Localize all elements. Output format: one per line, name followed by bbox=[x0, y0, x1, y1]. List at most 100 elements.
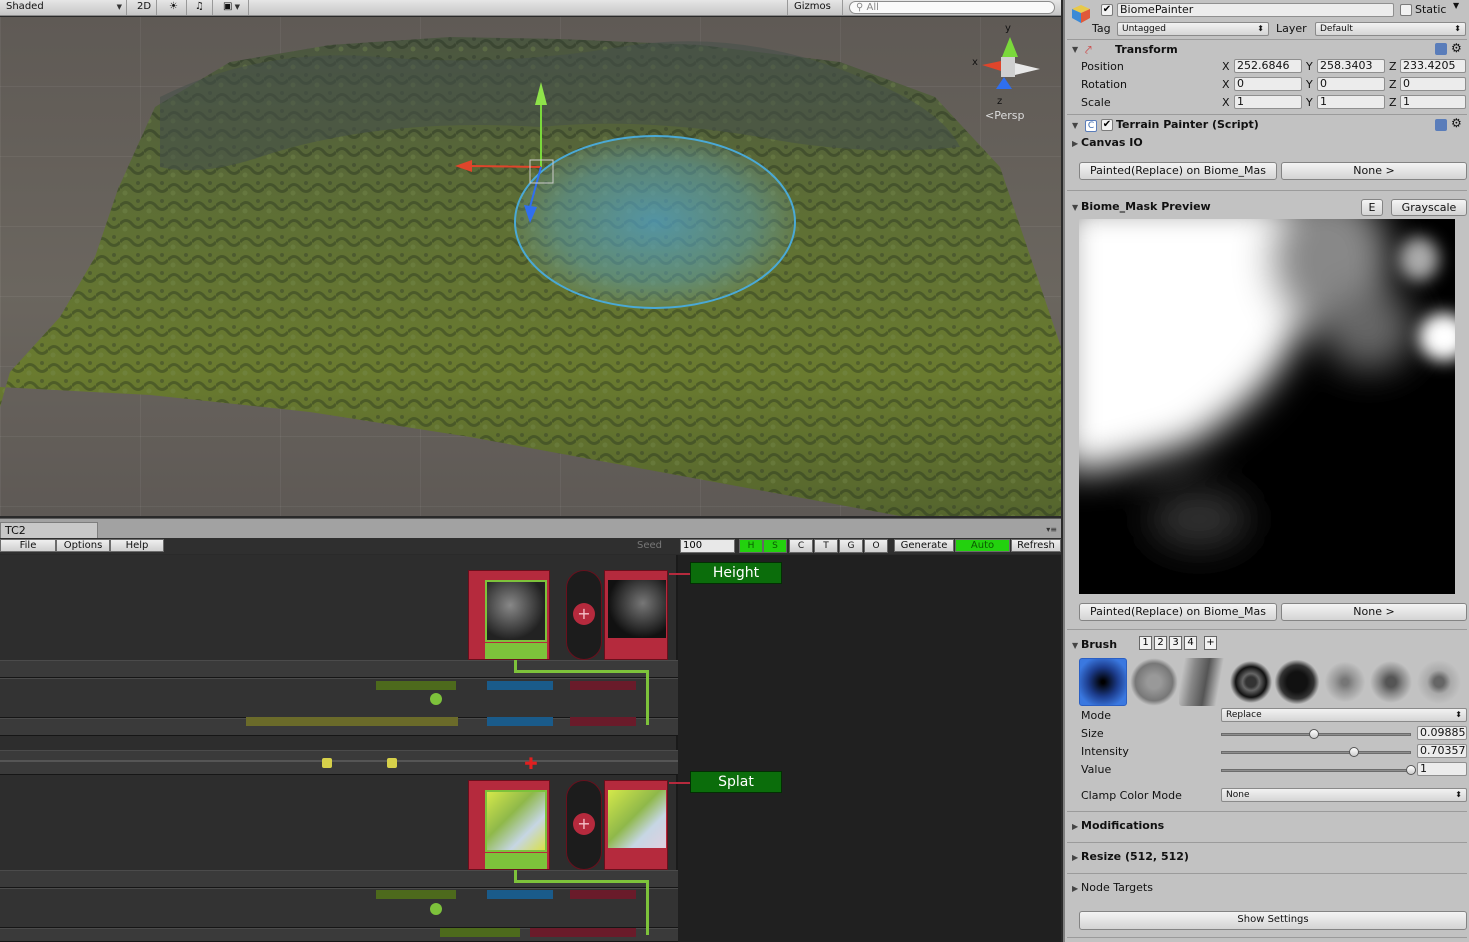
add-icon[interactable]: + bbox=[573, 603, 595, 625]
node-strip[interactable] bbox=[570, 890, 636, 899]
scale-z-field[interactable]: 1 bbox=[1400, 95, 1466, 109]
mode-dropdown[interactable]: Replace ⬍ bbox=[1221, 708, 1467, 722]
modifications-foldout-icon[interactable]: ▶ bbox=[1072, 822, 1078, 831]
object-name-input[interactable]: BiomePainter bbox=[1117, 3, 1394, 17]
node-targets-section[interactable]: Node Targets bbox=[1081, 881, 1153, 894]
toggle-h[interactable]: H bbox=[739, 539, 763, 553]
height-output-node[interactable] bbox=[604, 570, 668, 660]
script-foldout-icon[interactable]: ▼ bbox=[1072, 121, 1078, 130]
grayscale-button[interactable]: Grayscale bbox=[1391, 199, 1467, 216]
node-strip[interactable] bbox=[246, 717, 326, 726]
biome-mask-preview[interactable] bbox=[1079, 219, 1455, 594]
splat-output-node[interactable] bbox=[604, 780, 668, 870]
generate-button[interactable]: Generate bbox=[894, 539, 954, 552]
rotation-z-field[interactable]: 0 bbox=[1400, 77, 1466, 91]
lighting-toggle-button[interactable]: ☀ bbox=[163, 0, 187, 15]
show-settings-button[interactable]: Show Settings bbox=[1079, 911, 1467, 930]
node-strip[interactable] bbox=[392, 717, 458, 726]
splat-add-node[interactable]: + bbox=[566, 780, 602, 870]
transform-foldout-icon[interactable]: ▼ bbox=[1072, 45, 1078, 54]
painted-replace-button-lower[interactable]: Painted(Replace) on Biome_Mas bbox=[1079, 603, 1277, 621]
position-x-field[interactable]: 252.6846 bbox=[1234, 59, 1302, 73]
resize-section[interactable]: Resize (512, 512) bbox=[1081, 850, 1189, 863]
node-strip[interactable] bbox=[570, 681, 636, 690]
toggle-s[interactable]: S bbox=[763, 539, 787, 553]
toggle-o[interactable]: O bbox=[864, 539, 888, 553]
script-enabled-checkbox[interactable]: ✔ bbox=[1101, 119, 1113, 131]
value-value-field[interactable]: 1 bbox=[1417, 762, 1467, 776]
position-z-field[interactable]: 233.4205 bbox=[1400, 59, 1466, 73]
brush-soft-round[interactable] bbox=[1079, 658, 1127, 706]
node-strip[interactable] bbox=[487, 717, 553, 726]
node-canvas[interactable]: + ✚ + Height Splat bbox=[0, 555, 1061, 942]
none-target-button[interactable]: None > bbox=[1281, 162, 1467, 180]
node-graph-area[interactable]: + ✚ + bbox=[0, 555, 678, 942]
node-targets-foldout-icon[interactable]: ▶ bbox=[1072, 884, 1078, 893]
brush-noise[interactable] bbox=[1367, 658, 1415, 706]
scale-y-field[interactable]: 1 bbox=[1317, 95, 1385, 109]
menu-options[interactable]: Options bbox=[56, 539, 110, 552]
brush-cloud[interactable] bbox=[1415, 658, 1463, 706]
add-icon[interactable]: + bbox=[573, 813, 595, 835]
seed-input[interactable]: 100 bbox=[680, 539, 735, 553]
help-book-icon[interactable] bbox=[1435, 43, 1447, 55]
active-checkbox[interactable]: ✔ bbox=[1101, 4, 1113, 16]
size-slider-thumb[interactable] bbox=[1309, 729, 1320, 739]
refresh-button[interactable]: Refresh bbox=[1011, 539, 1061, 552]
result-node-strip[interactable] bbox=[376, 681, 456, 690]
node-strip[interactable] bbox=[570, 717, 636, 726]
intensity-slider-thumb[interactable] bbox=[1349, 747, 1359, 757]
intensity-value-field[interactable]: 0.70357 bbox=[1417, 744, 1467, 758]
menu-file[interactable]: File bbox=[0, 539, 56, 552]
height-result-node[interactable] bbox=[468, 570, 550, 660]
crosshair-icon[interactable]: ✚ bbox=[523, 756, 539, 772]
menu-help[interactable]: Help bbox=[110, 539, 164, 552]
rotation-x-field[interactable]: 0 bbox=[1234, 77, 1302, 91]
audio-toggle-button[interactable]: ♫ bbox=[189, 0, 213, 15]
size-value-field[interactable]: 0.09885 bbox=[1417, 726, 1467, 740]
value-slider-thumb[interactable] bbox=[1406, 765, 1416, 775]
node-strip[interactable] bbox=[326, 717, 392, 726]
static-checkbox[interactable] bbox=[1400, 4, 1412, 16]
intensity-slider-track[interactable] bbox=[1221, 751, 1411, 754]
splat-result-node[interactable] bbox=[468, 780, 550, 870]
brush-splat[interactable] bbox=[1273, 658, 1321, 706]
layer-dropdown[interactable]: Default ⬍ bbox=[1315, 22, 1466, 36]
toggle-c[interactable]: C bbox=[789, 539, 813, 553]
node-connector[interactable] bbox=[430, 693, 442, 705]
brush-streak[interactable] bbox=[1179, 658, 1227, 706]
preview-foldout-icon[interactable]: ▼ bbox=[1072, 203, 1078, 212]
node-strip[interactable] bbox=[530, 928, 636, 937]
gear-icon[interactable]: ⚙ bbox=[1451, 41, 1462, 55]
divider-handle[interactable] bbox=[322, 758, 332, 768]
node-strip[interactable] bbox=[487, 681, 553, 690]
tag-dropdown[interactable]: Untagged ⬍ bbox=[1117, 22, 1269, 36]
brush-rock[interactable] bbox=[1130, 658, 1178, 706]
rotation-y-field[interactable]: 0 bbox=[1317, 77, 1385, 91]
brush-tab-2[interactable]: 2 bbox=[1154, 636, 1167, 650]
position-y-field[interactable]: 258.3403 bbox=[1317, 59, 1385, 73]
persp-toggle[interactable]: <Persp bbox=[985, 109, 1024, 122]
none-target-button-lower[interactable]: None > bbox=[1281, 603, 1467, 621]
toggle-2d-button[interactable]: 2D bbox=[131, 0, 157, 15]
orientation-gizmo[interactable] bbox=[982, 37, 1040, 89]
auto-toggle[interactable]: Auto bbox=[955, 539, 1010, 552]
e-button[interactable]: E bbox=[1361, 199, 1383, 216]
brush-tab-1[interactable]: 1 bbox=[1139, 636, 1152, 650]
resize-foldout-icon[interactable]: ▶ bbox=[1072, 853, 1078, 862]
height-add-node[interactable]: + bbox=[566, 570, 602, 660]
scale-x-field[interactable]: 1 bbox=[1234, 95, 1302, 109]
scene-search-input[interactable]: ⚲ All bbox=[849, 1, 1055, 14]
help-book-icon[interactable] bbox=[1435, 119, 1447, 131]
painted-replace-button[interactable]: Painted(Replace) on Biome_Mas bbox=[1079, 162, 1277, 180]
canvas-io-foldout-icon[interactable]: ▶ bbox=[1072, 139, 1078, 148]
scene-view[interactable]: y x z <Persp bbox=[0, 17, 1061, 516]
add-brush-button[interactable]: + bbox=[1204, 636, 1217, 650]
brush-tab-4[interactable]: 4 bbox=[1184, 636, 1197, 650]
toggle-t[interactable]: T bbox=[814, 539, 838, 553]
clamp-color-mode-dropdown[interactable]: None ⬍ bbox=[1221, 788, 1467, 802]
brush-tab-3[interactable]: 3 bbox=[1169, 636, 1182, 650]
modifications-section[interactable]: Modifications bbox=[1081, 819, 1164, 832]
node-strip[interactable] bbox=[440, 928, 520, 937]
node-strip[interactable] bbox=[487, 890, 553, 899]
